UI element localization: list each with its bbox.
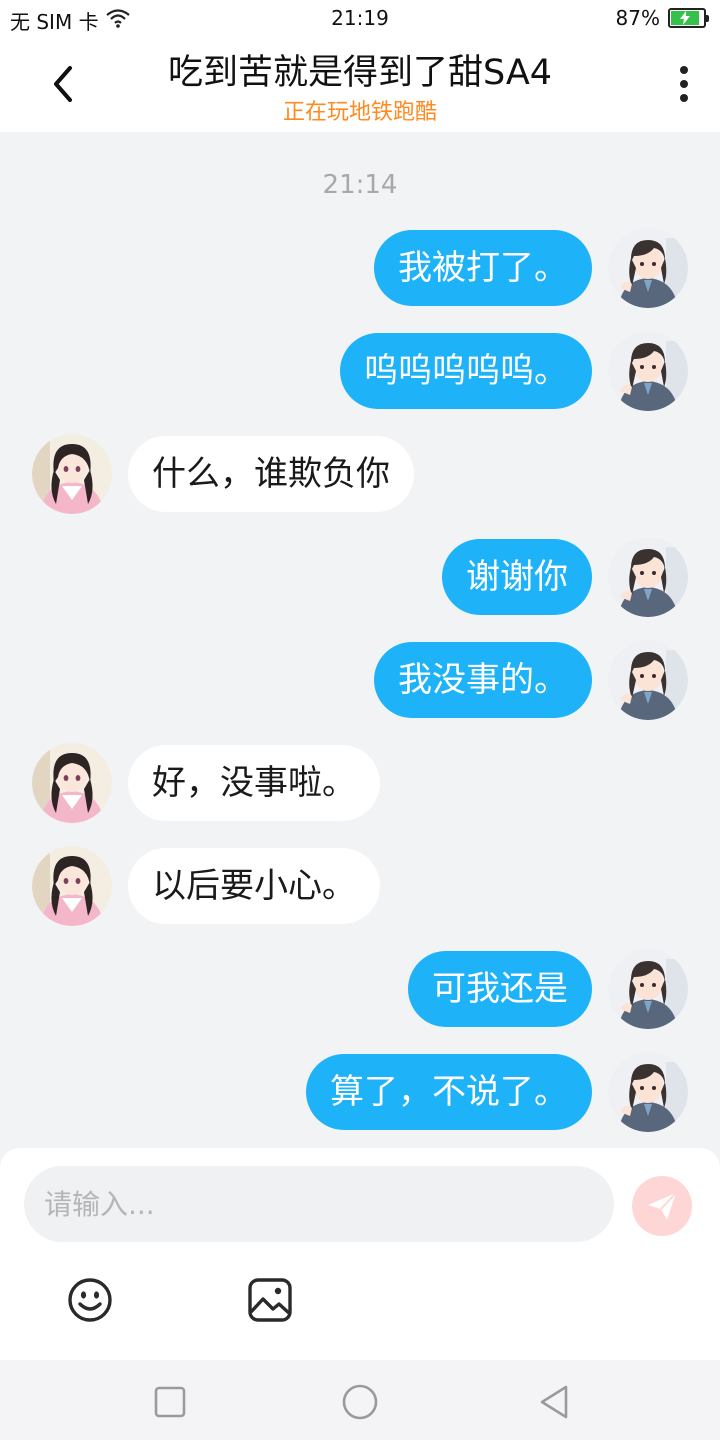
status-bar: 无 SIM 卡 21:19 87% — [0, 0, 720, 36]
message-row: 以后要小心。 — [0, 846, 720, 926]
system-back-button[interactable] — [534, 1382, 574, 1422]
message-row: 我被打了。 — [0, 228, 720, 308]
send-button[interactable] — [632, 1176, 692, 1236]
message-bubble[interactable]: 我没事的。 — [374, 642, 592, 718]
message-row: 好，没事啦。 — [0, 743, 720, 823]
message-bubble[interactable]: 谢谢你 — [442, 539, 592, 615]
input-panel — [0, 1148, 720, 1360]
message-bubble[interactable]: 以后要小心。 — [128, 848, 380, 924]
avatar[interactable] — [608, 949, 688, 1029]
home-button[interactable] — [340, 1382, 380, 1422]
status-right: 87% — [615, 6, 709, 30]
message-row: 什么，谁欺负你 — [0, 434, 720, 514]
avatar[interactable] — [608, 228, 688, 308]
emoji-icon — [68, 1278, 112, 1322]
chat-subtitle: 正在玩地铁跑酷 — [282, 100, 437, 125]
more-vertical-icon — [680, 66, 688, 102]
avatar[interactable] — [32, 846, 112, 926]
message-row: 可我还是 — [0, 949, 720, 1029]
message-row: 呜呜呜呜呜。 — [0, 331, 720, 411]
back-button[interactable] — [44, 62, 84, 106]
message-row: 谢谢你 — [0, 537, 720, 617]
system-nav-bar — [0, 1360, 720, 1440]
avatar[interactable] — [608, 1052, 688, 1132]
message-bubble[interactable]: 什么，谁欺负你 — [128, 436, 414, 512]
chat-header: 吃到苦就是得到了甜SA4 正在玩地铁跑酷 — [0, 36, 720, 132]
chat-title: 吃到苦就是得到了甜SA4 — [167, 53, 553, 93]
status-left: 无 SIM 卡 — [10, 6, 131, 35]
avatar[interactable] — [608, 640, 688, 720]
battery-percent: 87% — [615, 6, 660, 30]
avatar[interactable] — [608, 537, 688, 617]
chevron-left-icon — [54, 66, 72, 102]
message-input[interactable] — [24, 1166, 614, 1242]
triangle-back-icon — [540, 1385, 568, 1419]
image-button[interactable] — [246, 1276, 294, 1324]
message-bubble[interactable]: 我被打了。 — [374, 230, 592, 306]
chat-area[interactable]: 21:14 我被打了。 呜呜呜呜呜。 什么，谁欺负你 谢谢你 我没事的。 好，没… — [0, 132, 720, 1148]
square-icon — [154, 1386, 186, 1418]
message-bubble[interactable]: 可我还是 — [408, 951, 592, 1027]
more-button[interactable] — [676, 64, 692, 104]
message-row: 算了，不说了。 — [0, 1052, 720, 1132]
image-icon — [248, 1278, 292, 1322]
wifi-icon — [105, 8, 131, 33]
avatar[interactable] — [608, 331, 688, 411]
battery-icon — [668, 8, 709, 28]
message-row: 我没事的。 — [0, 640, 720, 720]
carrier-text: 无 SIM 卡 — [10, 10, 99, 34]
message-bubble[interactable]: 呜呜呜呜呜。 — [340, 333, 592, 409]
avatar[interactable] — [32, 743, 112, 823]
send-icon — [648, 1192, 677, 1220]
avatar[interactable] — [32, 434, 112, 514]
message-bubble[interactable]: 好，没事啦。 — [128, 745, 380, 821]
emoji-button[interactable] — [66, 1276, 114, 1324]
message-bubble[interactable]: 算了，不说了。 — [306, 1054, 592, 1130]
message-timestamp: 21:14 — [322, 170, 398, 200]
recent-apps-button[interactable] — [150, 1382, 190, 1422]
circle-icon — [342, 1384, 378, 1420]
battery-fill — [671, 11, 699, 25]
